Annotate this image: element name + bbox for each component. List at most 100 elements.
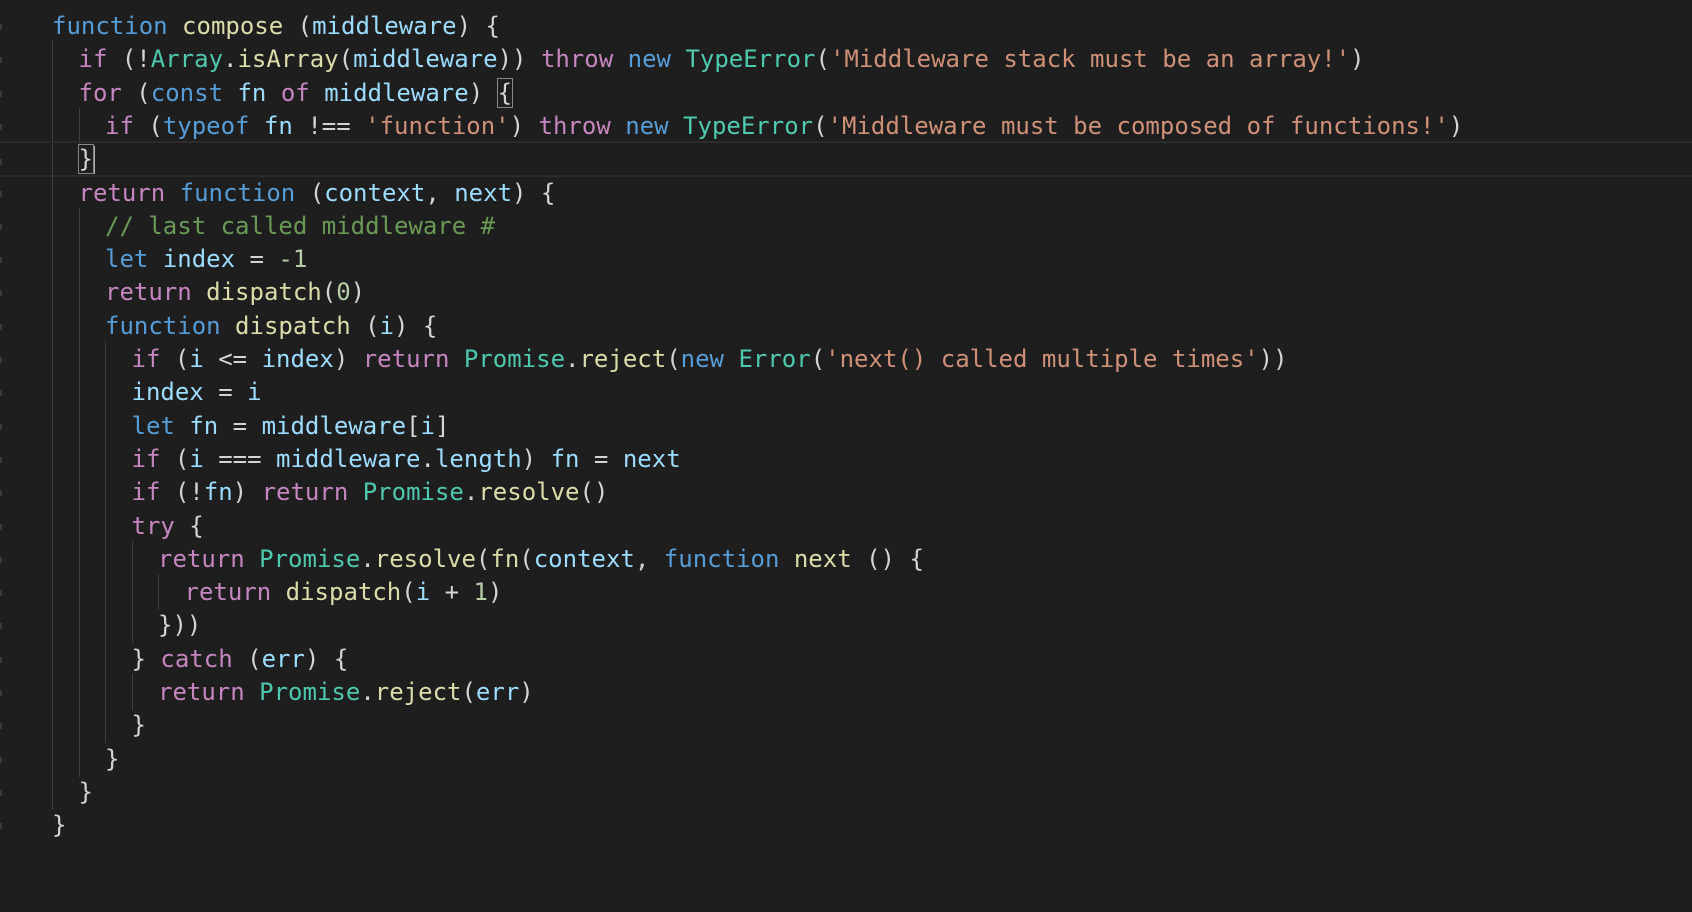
code-token: ( bbox=[519, 544, 534, 573]
code-token: ( bbox=[813, 111, 828, 140]
code-token: ) { bbox=[512, 178, 556, 207]
indent-guide bbox=[52, 107, 53, 144]
code-line[interactable]: index = i bbox=[0, 374, 1692, 411]
code-token: length bbox=[434, 444, 522, 473]
code-line[interactable]: })) bbox=[0, 607, 1692, 644]
code-token: ) bbox=[333, 345, 363, 373]
code-token: ( bbox=[401, 578, 416, 607]
code-token: i bbox=[189, 444, 204, 473]
code-token: ) bbox=[232, 478, 262, 507]
indent-guide bbox=[78, 707, 80, 744]
gutter-fold-marker bbox=[0, 490, 2, 497]
code-token: err bbox=[261, 644, 305, 673]
indent-guide bbox=[52, 607, 53, 644]
code-token: return bbox=[158, 544, 245, 573]
indent-guide bbox=[78, 307, 80, 344]
code-line[interactable]: if (i <= index) return Promise.reject(ne… bbox=[0, 341, 1692, 377]
code-token: = bbox=[579, 444, 623, 473]
code-text: let index = -1 bbox=[105, 241, 307, 277]
indent-guide bbox=[52, 574, 53, 611]
indent-guide bbox=[78, 241, 80, 278]
code-line[interactable]: if (!Array.isArray(middleware)) throw ne… bbox=[0, 41, 1692, 78]
code-token: index bbox=[261, 345, 334, 373]
code-token: // last called middleware # bbox=[105, 211, 496, 240]
code-token: ( bbox=[133, 111, 163, 140]
indent-guide bbox=[131, 540, 133, 577]
indent-guide bbox=[105, 440, 106, 477]
code-token: ) bbox=[468, 78, 498, 107]
code-line[interactable]: return dispatch(0) bbox=[0, 274, 1692, 311]
code-line[interactable]: function compose (middleware) { bbox=[0, 8, 1692, 44]
code-line[interactable]: return dispatch(i + 1) bbox=[0, 574, 1692, 611]
code-line[interactable]: let index = -1 bbox=[0, 241, 1692, 278]
code-line[interactable]: } bbox=[0, 141, 1692, 180]
code-line[interactable]: for (const fn of middleware) { bbox=[0, 74, 1692, 111]
code-line[interactable]: if (i === middleware.length) fn = next bbox=[0, 440, 1692, 477]
gutter-fold-marker bbox=[0, 57, 2, 64]
code-token: ( bbox=[160, 444, 190, 473]
code-token: 0 bbox=[336, 278, 351, 307]
indent-guide bbox=[78, 207, 80, 244]
code-token: for bbox=[78, 78, 122, 107]
code-token: function bbox=[663, 544, 780, 573]
code-token: ( bbox=[666, 345, 681, 373]
code-line[interactable]: } bbox=[0, 740, 1692, 777]
code-token: if bbox=[131, 478, 161, 507]
gutter-fold-marker bbox=[0, 456, 2, 463]
gutter-fold-marker bbox=[0, 756, 2, 763]
gutter-fold-marker bbox=[0, 690, 2, 696]
gutter-fold-marker bbox=[0, 623, 2, 630]
code-editor[interactable]: function compose (middleware) {if (!Arra… bbox=[0, 0, 1692, 912]
indent-guide bbox=[131, 574, 133, 611]
code-line[interactable]: return Promise.resolve(fn(context, funct… bbox=[0, 540, 1692, 577]
code-line[interactable]: function dispatch (i) { bbox=[0, 307, 1692, 344]
code-token: 'function' bbox=[365, 111, 510, 140]
code-token: . bbox=[420, 444, 435, 473]
code-line[interactable]: // last called middleware # bbox=[0, 207, 1692, 244]
indent-guide bbox=[52, 640, 53, 677]
code-line[interactable]: return function (context, next) { bbox=[0, 174, 1692, 211]
code-text: return dispatch(0) bbox=[105, 274, 365, 310]
code-token: } bbox=[131, 644, 161, 673]
code-token: err bbox=[475, 678, 520, 706]
code-token: if bbox=[105, 111, 134, 140]
indent-guide bbox=[78, 440, 80, 477]
code-token: Promise bbox=[362, 478, 464, 507]
indent-guide bbox=[52, 174, 53, 211]
code-token: middleware bbox=[312, 12, 457, 40]
code-token: === bbox=[203, 444, 277, 473]
code-token: fn bbox=[189, 411, 219, 440]
gutter-fold-marker bbox=[0, 823, 2, 830]
code-line[interactable]: } bbox=[0, 707, 1692, 744]
code-line[interactable]: } bbox=[0, 773, 1692, 810]
code-token: const bbox=[150, 78, 224, 107]
indent-guide bbox=[52, 740, 53, 777]
code-text: } bbox=[132, 707, 146, 743]
indent-guide bbox=[105, 607, 106, 644]
code-line[interactable]: return Promise.reject(err) bbox=[0, 674, 1692, 710]
code-token: next bbox=[622, 444, 681, 473]
code-line[interactable]: try { bbox=[0, 507, 1692, 544]
gutter-fold-marker bbox=[0, 123, 2, 130]
code-text: return dispatch(i + 1) bbox=[185, 574, 503, 610]
code-line[interactable]: } bbox=[0, 807, 1692, 843]
code-token: fn bbox=[263, 111, 293, 140]
indent-guide bbox=[52, 540, 53, 577]
code-line[interactable]: if (typeof fn !== 'function') throw new … bbox=[0, 107, 1692, 144]
code-line[interactable]: if (!fn) return Promise.resolve() bbox=[0, 474, 1692, 511]
indent-guide bbox=[105, 474, 106, 511]
gutter-fold-marker bbox=[0, 390, 2, 397]
indent-guide bbox=[105, 640, 106, 677]
code-line[interactable]: } catch (err) { bbox=[0, 640, 1692, 677]
indent-guide bbox=[105, 540, 106, 577]
code-text: if (i === middleware.length) fn = next bbox=[132, 441, 681, 477]
code-text: if (!Array.isArray(middleware)) throw ne… bbox=[79, 41, 1365, 77]
code-line[interactable]: let fn = middleware[i] bbox=[0, 407, 1692, 444]
code-token: () { bbox=[851, 544, 924, 573]
code-token: i bbox=[247, 378, 262, 407]
code-token: { bbox=[174, 511, 204, 540]
code-token: + bbox=[430, 578, 474, 607]
